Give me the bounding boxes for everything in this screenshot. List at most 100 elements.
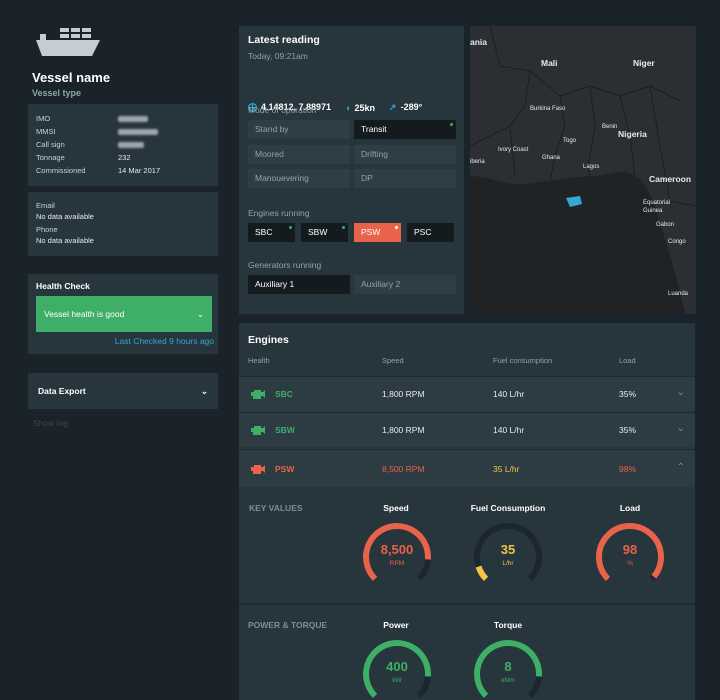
speedometer-icon: ◖ <box>345 102 351 113</box>
mode-manouevering[interactable]: Manouevering <box>248 169 350 188</box>
map-label: Burkina Faso <box>530 106 566 112</box>
gauge-speed: 8,500 RPM <box>361 521 433 593</box>
gauge-label-load: Load <box>619 503 641 513</box>
col-header-load: Load <box>619 356 636 365</box>
engine-speed: 1,800 RPM <box>382 425 425 435</box>
contact-card: Email No data available Phone No data av… <box>28 192 218 256</box>
engine-icon <box>251 390 265 399</box>
map-label: Togo <box>563 138 577 144</box>
gauge-label-speed: Speed <box>383 503 409 513</box>
gauge-load: 98% <box>594 521 666 593</box>
generators-label: Generators running <box>248 260 322 270</box>
key-values-label: KEY VALUES <box>249 503 303 513</box>
mode-label: Mode of operation <box>248 105 317 115</box>
map-label: Ghana <box>542 155 561 161</box>
info-row-tonnage: Tonnage 232 <box>36 153 131 162</box>
map-label: Benin <box>602 124 618 130</box>
engine-load: 35% <box>619 389 637 399</box>
engine-chip-sbc[interactable]: SBC <box>248 223 295 242</box>
engines-card: Engines Health Speed Fuel consumption Lo… <box>239 323 695 700</box>
gauge-unit: RPM <box>389 560 405 567</box>
health-status-banner[interactable]: Vessel health is good ⌄ <box>36 296 212 332</box>
mode-dp[interactable]: DP <box>354 169 456 188</box>
engine-row-psw[interactable]: PSW 8,500 RPM 35 L/hr 98% ⌃ <box>239 449 695 487</box>
engine-chip-psw[interactable]: PSW <box>354 223 401 242</box>
data-export-card[interactable]: Data Export ⌄ <box>28 373 218 409</box>
mode-moored[interactable]: Moored <box>248 145 350 164</box>
engine-icon <box>251 426 265 435</box>
gauge-label-torque: Torque <box>493 620 523 630</box>
engine-chip-sbw[interactable]: SBW <box>301 223 348 242</box>
map-label: Niger <box>633 58 655 68</box>
engine-name: SBW <box>275 425 295 435</box>
divider <box>239 603 695 605</box>
map-label: Mali <box>541 58 558 68</box>
reading-time: Today, 09:21am <box>248 51 308 61</box>
engine-row-sbw[interactable]: SBW 1,800 RPM 140 L/hr 35% ⌄ <box>239 412 695 447</box>
engine-chip-psc[interactable]: PSC <box>407 223 454 242</box>
vessel-info-card: IMO MMSI Call sign Tonnage 232 Commission… <box>28 104 218 186</box>
phone-value: No data available <box>36 236 94 245</box>
heading-icon: ➚ <box>389 102 397 112</box>
chevron-down-icon: ⌄ <box>196 308 204 319</box>
chevron-up-icon[interactable]: ⌃ <box>677 462 685 473</box>
mode-drifting[interactable]: Drifting <box>354 145 456 164</box>
latest-reading-title: Latest reading <box>248 34 320 46</box>
generator-aux-2[interactable]: Auxiliary 2 <box>354 275 456 294</box>
reading-heading: -289° <box>400 102 423 112</box>
map-label: Equatorial Guinea <box>643 200 671 214</box>
mode-transit[interactable]: Transit <box>354 120 456 139</box>
ship-icon <box>36 28 100 56</box>
vessel-map[interactable]: ania Mali Niger Burkina Faso Benin Niger… <box>470 26 696 314</box>
engine-name: PSW <box>275 464 295 474</box>
map-label: Ivory Coast <box>498 147 529 153</box>
info-row-callsign: Call sign <box>36 138 210 151</box>
chevron-down-icon[interactable]: ⌄ <box>677 387 685 398</box>
show-log-link[interactable]: Show log <box>33 418 68 428</box>
last-checked-link[interactable]: Last Checked 9 hours ago <box>115 336 214 346</box>
map-label: iberia <box>470 159 485 165</box>
engine-load: 35% <box>619 425 637 435</box>
map-label: Luanda <box>668 291 689 297</box>
map-label: Cameroon <box>649 174 692 184</box>
engines-title: Engines <box>248 334 289 346</box>
gauge-value: 98 <box>622 542 638 557</box>
health-check-title: Health Check <box>36 281 90 291</box>
power-torque-label: POWER & TORQUE <box>248 620 328 630</box>
mode-standby[interactable]: Stand by <box>248 120 350 139</box>
chevron-down-icon[interactable]: ⌄ <box>677 423 685 434</box>
map-label: Lagos <box>583 164 600 170</box>
chevron-down-icon: ⌄ <box>200 385 208 396</box>
reading-speed: 25kn <box>354 102 376 113</box>
gauge-label-power: Power <box>383 620 409 630</box>
map-label: Gabon <box>656 222 675 228</box>
info-row-mmsi: MMSI <box>36 125 210 138</box>
engines-running-label: Engines running <box>248 208 310 218</box>
engine-details-psw: KEY VALUES Speed Fuel Consumption Load 8… <box>239 487 695 700</box>
info-row-commissioned: Commissioned 14 Mar 2017 <box>36 166 161 175</box>
generator-aux-1[interactable]: Auxiliary 1 <box>248 275 350 294</box>
gauge-value: 8 <box>504 659 512 674</box>
gauge-unit: % <box>627 560 633 567</box>
engine-row-sbc[interactable]: SBC 1,800 RPM 140 L/hr 35% ⌄ <box>239 376 695 411</box>
data-export-title: Data Export <box>38 386 86 396</box>
engine-speed: 1,800 RPM <box>382 389 425 399</box>
gauge-value: 8,500 <box>380 542 414 557</box>
gauge-unit: L/hr <box>502 560 514 567</box>
gauge-fill <box>475 565 489 582</box>
phone-label: Phone <box>36 225 58 234</box>
map-label: ania <box>470 37 488 47</box>
map-label: Nigeria <box>618 129 647 139</box>
gauge-label-fuel: Fuel Consumption <box>470 503 546 513</box>
gauge-torque: 8 kNm <box>472 638 544 700</box>
map-label: Congo <box>668 239 686 245</box>
col-header-speed: Speed <box>382 356 404 365</box>
gauge-value: 35 <box>500 542 516 557</box>
gauge-value: 400 <box>386 659 408 674</box>
email-label: Email <box>36 201 55 210</box>
engine-load: 98% <box>619 464 637 474</box>
col-header-health: Health <box>248 356 270 365</box>
engine-name: SBC <box>275 389 293 399</box>
vessel-type: Vessel type <box>32 88 82 98</box>
email-value: No data available <box>36 212 94 221</box>
